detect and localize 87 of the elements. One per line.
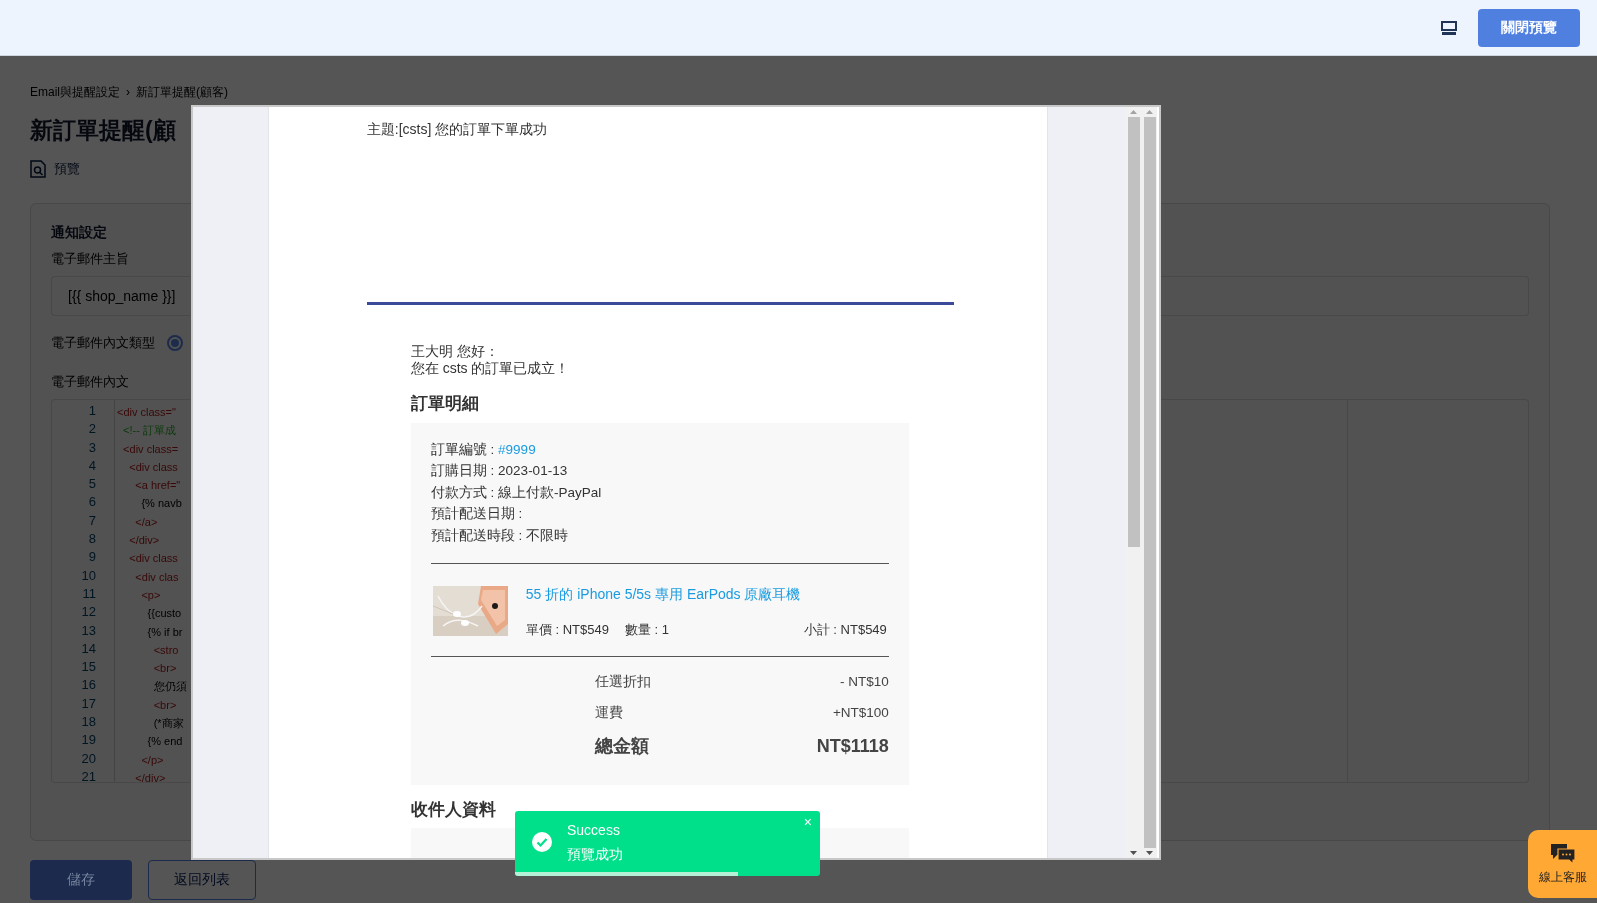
field-label: 電子郵件內文 <box>51 372 129 391</box>
code-line: <div class= <box>122 442 179 455</box>
line-number: 2 <box>87 420 97 439</box>
line-number: 6 <box>87 493 97 512</box>
line-number: 21 <box>80 767 97 786</box>
code-line: <div class <box>128 552 178 565</box>
scrollbar[interactable] <box>1142 107 1159 858</box>
section-title: 通知設定 <box>51 222 107 242</box>
code-line: {% if br <box>146 625 183 638</box>
section-heading: 收件人資料 <box>410 798 497 821</box>
code-line: {% navb <box>140 497 182 510</box>
subtotal: 小計 : NT$549 <box>803 621 887 639</box>
code-line: <div clas <box>134 570 179 583</box>
code-line: </a> <box>134 515 158 528</box>
line-number: 14 <box>80 639 97 658</box>
order-info-line: 訂單編號 : #9999 <box>430 440 536 459</box>
line-number: 17 <box>80 694 97 713</box>
code-line: <p> <box>140 588 161 601</box>
code-line: <!-- 訂單成 <box>122 424 176 437</box>
summary-value: - NT$10 <box>840 672 889 691</box>
line-number: 11 <box>81 584 97 603</box>
check-icon <box>532 832 552 852</box>
line-number: 4 <box>87 456 97 475</box>
product-link[interactable]: 55 折的 iPhone 5/5s 專用 EarPods 原廠耳機 <box>525 584 889 605</box>
breadcrumb-separator: › <box>126 84 130 101</box>
code-line: (*商家 <box>152 717 184 730</box>
order-info-line: 預計配送日期 : <box>430 505 523 523</box>
line-number: 18 <box>80 713 97 732</box>
summary-label: 運費 <box>594 703 623 722</box>
order-number-link[interactable]: #9999 <box>498 441 536 457</box>
code-line: <br> <box>152 698 177 711</box>
section-heading: 訂單明細 <box>410 393 480 415</box>
code-line: <div class <box>128 460 178 473</box>
field-label: 電子郵件主旨 <box>51 249 129 268</box>
summary-value: +NT$100 <box>832 703 889 722</box>
line-number: 13 <box>80 621 97 640</box>
line-number: 3 <box>87 438 97 457</box>
code-line: <br> <box>152 662 177 675</box>
save-button[interactable]: 儲存 <box>30 859 132 900</box>
line-number: 9 <box>87 548 97 567</box>
line-number: 12 <box>80 603 97 622</box>
line-number: 1 <box>87 402 97 420</box>
summary-label: 總金額 <box>594 735 649 758</box>
breadcrumb-link[interactable]: 新訂單提醒(顧客) <box>136 83 228 101</box>
order-info-line: 訂購日期 : 2023-01-13 <box>430 462 568 480</box>
code-line: </p> <box>140 753 164 766</box>
line-number: 15 <box>80 658 97 677</box>
close-button[interactable]: × <box>803 814 812 830</box>
order-info-line: 付款方式 : 線上付款-PayPal <box>430 483 602 502</box>
email-subject: 主題:[csts] 您的訂單下單成功 <box>366 120 549 139</box>
monitor-icon[interactable] <box>1440 19 1458 36</box>
code-line: </div> <box>134 771 166 782</box>
document-search-icon <box>30 159 46 178</box>
toast-title: Success <box>567 821 620 840</box>
line-number: 16 <box>80 676 97 695</box>
code-line: </div> <box>128 534 160 547</box>
scrollbar[interactable] <box>1125 107 1143 858</box>
close-preview-button[interactable]: 關閉預覽 <box>1478 8 1580 47</box>
page-title: 新訂單提醒(顧 <box>30 116 176 145</box>
preview-link[interactable]: 預覽 <box>30 159 80 179</box>
line-number: 5 <box>87 475 97 494</box>
field-label: 電子郵件內文類型 <box>51 334 155 352</box>
code-line: {% end <box>146 735 183 748</box>
greeting-text: 王大明 您好： <box>410 343 500 360</box>
breadcrumb-link[interactable]: Email與提醒設定 <box>30 83 120 101</box>
subject-field[interactable]: [{{ shop_name }}] <box>51 276 190 316</box>
toast-message: 預覽成功 <box>567 845 623 864</box>
unit-price: 單價 : NT$549 <box>525 621 609 639</box>
line-number: 7 <box>87 511 97 530</box>
summary-value: NT$1118 <box>816 735 889 758</box>
radio-button[interactable] <box>167 334 183 351</box>
code-line: 您仍須 <box>152 680 187 693</box>
line-number: 19 <box>80 731 97 750</box>
code-line: <div class=" <box>116 406 176 418</box>
code-line: {{custo <box>146 607 182 620</box>
line-number: 10 <box>80 566 97 585</box>
summary-label: 任選折扣 <box>594 672 651 691</box>
chat-icon <box>1549 842 1576 865</box>
code-line: <stro <box>152 643 179 656</box>
line-number: 8 <box>87 530 97 549</box>
order-info-line: 預計配送時段 : 不限時 <box>430 526 569 545</box>
chat-button[interactable]: 線上客服 <box>1528 830 1597 898</box>
line-number: 20 <box>80 749 97 768</box>
code-line: <a href=" <box>134 479 181 492</box>
greeting-text: 您在 csts 的訂單已成立！ <box>410 360 571 377</box>
code-editor[interactable] <box>51 399 190 783</box>
quantity: 數量 : 1 <box>624 621 669 639</box>
